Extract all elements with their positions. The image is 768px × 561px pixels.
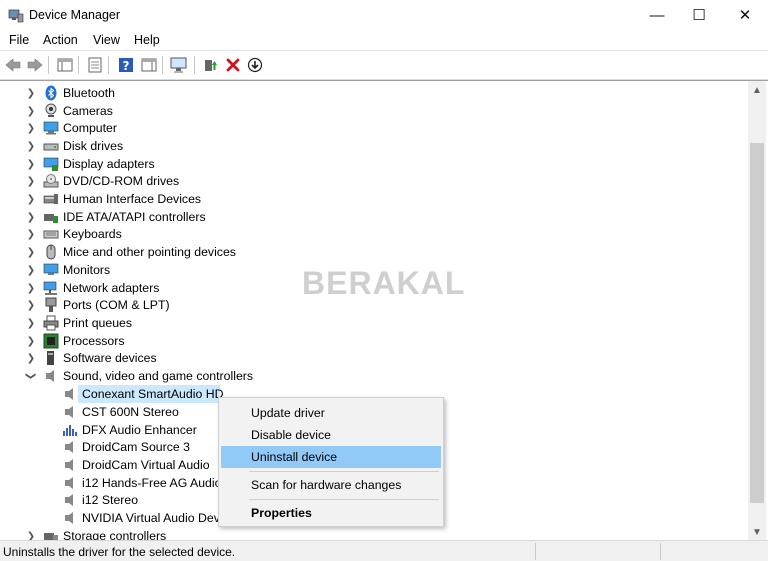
speaker-icon [65,441,73,453]
vertical-scrollbar[interactable]: ▲ ▼ [748,81,766,540]
keyboard-icon [43,230,59,239]
chevron-right-icon[interactable]: ❯ [26,122,36,134]
speaker-icon [65,406,73,418]
download-icon[interactable] [246,56,264,74]
status-divider [535,543,536,560]
show-hide-console-tree-icon[interactable] [56,56,74,74]
chevron-right-icon[interactable]: ❯ [26,87,36,99]
tree-item-ide-controllers[interactable]: ❯ IDE ATA/ATAPI controllers [0,208,740,226]
menu-scan-hardware[interactable]: Scan for hardware changes [221,474,441,496]
menu-properties[interactable]: Properties [221,502,441,524]
close-button[interactable]: ✕ [722,0,768,30]
bluetooth-icon [45,85,57,101]
monitor-icon [43,263,59,275]
chevron-right-icon[interactable]: ❯ [26,299,36,311]
tree-item-hid[interactable]: ❯ Human Interface Devices [0,190,740,208]
menu-file[interactable]: File [9,33,29,47]
chevron-right-icon[interactable]: ❯ [26,335,36,347]
chevron-right-icon[interactable]: ❯ [26,140,36,152]
menu-help[interactable]: Help [134,33,160,47]
speaker-icon [65,459,73,471]
speaker-icon [65,512,73,524]
mouse-icon [46,244,56,260]
camera-icon [45,103,57,117]
audio-bars-icon [63,425,77,436]
update-driver-icon[interactable] [202,56,220,74]
forward-arrow-icon[interactable] [26,56,44,74]
tree-item-dvd-drives[interactable]: ❯ DVD/CD-ROM drives [0,172,740,190]
menu-separator [249,471,439,472]
tree-item-disk-drives[interactable]: ❯ Disk drives [0,137,740,155]
tree-item-processors[interactable]: ❯ Processors [0,332,740,350]
menu-separator [249,499,439,500]
menu-view[interactable]: View [93,33,120,47]
dvd-drive-icon [43,174,59,188]
uninstall-icon[interactable] [224,56,242,74]
maximize-button[interactable]: ☐ [676,0,722,30]
speaker-icon [46,370,54,382]
tree-item-storage-controllers[interactable]: ❯ Storage controllers [0,527,740,540]
storage-controller-icon [44,533,58,540]
network-adapter-icon [43,281,57,295]
printer-icon [43,315,59,331]
window-title: Device Manager [29,8,121,22]
svg-text:?: ? [123,59,130,73]
speaker-icon [65,494,73,506]
chevron-right-icon[interactable]: ❯ [26,264,36,276]
menu-uninstall-device[interactable]: Uninstall device [221,446,441,468]
chevron-right-icon[interactable]: ❯ [26,228,36,240]
tree-item-mice[interactable]: ❯ Mice and other pointing devices [0,243,740,261]
tree-item-software-devices[interactable]: ❯ Software devices [0,349,740,367]
scroll-down-arrow-icon[interactable]: ▼ [748,523,766,540]
chevron-right-icon[interactable]: ❯ [26,282,36,294]
speaker-icon [65,477,73,489]
software-device-icon [47,351,54,365]
chevron-right-icon[interactable]: ❯ [26,352,36,364]
title-bar: Device Manager — ☐ ✕ [0,0,768,30]
menu-action[interactable]: Action [43,33,78,47]
menu-update-driver[interactable]: Update driver [221,402,441,424]
display-adapter-icon [43,157,59,171]
scroll-up-arrow-icon[interactable]: ▲ [748,81,766,99]
back-arrow-icon[interactable] [4,56,22,74]
watermark: BERAKAL [302,265,466,301]
tree-item-display-adapters[interactable]: ❯ Display adapters [0,155,740,173]
chevron-right-icon[interactable]: ❯ [26,193,36,205]
chevron-right-icon[interactable]: ❯ [26,211,36,223]
status-divider [660,543,661,560]
help-icon[interactable]: ? [117,56,135,74]
tree-item-print-queues[interactable]: ❯ Print queues [0,314,740,332]
hid-icon [43,194,58,204]
disk-drive-icon [43,143,59,151]
tree-item-bluetooth[interactable]: ❯ Bluetooth [0,84,740,102]
processor-icon [43,333,59,349]
chevron-right-icon[interactable]: ❯ [26,175,36,187]
status-bar: Uninstalls the driver for the selected d… [0,540,768,561]
status-text: Uninstalls the driver for the selected d… [3,545,236,559]
chevron-right-icon[interactable]: ❯ [26,158,36,170]
action-pane-icon[interactable] [140,56,158,74]
menu-bar: File Action View Help [0,30,768,51]
tree-item-computer[interactable]: ❯ Computer [0,119,740,137]
minimize-button[interactable]: — [634,0,680,30]
speaker-icon [65,388,73,400]
properties-icon[interactable] [86,56,104,74]
context-menu: Update driver Disable device Uninstall d… [218,397,444,527]
chevron-right-icon[interactable]: ❯ [26,530,36,541]
computer-icon [43,121,59,135]
tree-item-keyboards[interactable]: ❯ Keyboards [0,225,740,243]
ide-controller-icon [44,214,58,223]
port-icon [45,297,57,312]
chevron-right-icon[interactable]: ❯ [26,246,36,258]
monitor-scan-icon[interactable] [170,56,188,74]
menu-disable-device[interactable]: Disable device [221,424,441,446]
chevron-down-icon[interactable]: ❯ [25,371,37,381]
scroll-thumb[interactable] [750,143,764,503]
toolbar: ? [0,51,768,80]
chevron-right-icon[interactable]: ❯ [26,317,36,329]
tree-item-sound-video-game[interactable]: ❯ Sound, video and game controllers [0,367,740,385]
chevron-right-icon[interactable]: ❯ [26,105,36,117]
tree-item-cameras[interactable]: ❯ Cameras [0,102,740,120]
device-manager-icon [8,9,24,23]
